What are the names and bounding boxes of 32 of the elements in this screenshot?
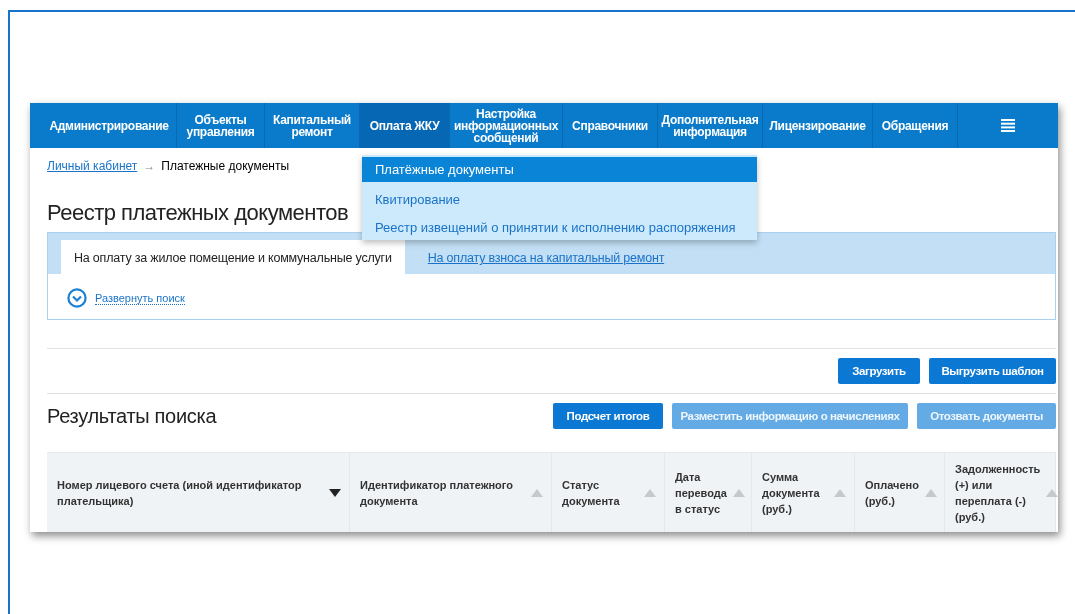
nav-menu-item[interactable]: Обращения: [873, 103, 958, 148]
nav-menu-item[interactable]: Лицензирование: [763, 103, 873, 148]
dropdown-menu-item[interactable]: Реестр извещений о принятии к исполнению распоряжения: [362, 217, 757, 240]
breadcrumb-link[interactable]: Личный кабинет: [47, 159, 138, 173]
nav-menu-item[interactable]: Дополнительная информация: [658, 103, 763, 148]
column-header: Оплачено (руб.): [865, 478, 919, 509]
nav-menu-item[interactable]: Администрирование: [30, 103, 177, 148]
column-header: Идентификатор платежного документа: [360, 478, 514, 509]
menu-icon[interactable]: [1001, 119, 1015, 132]
action-button[interactable]: Выгрузить шаблон: [929, 358, 1056, 384]
column-header: Задолженность (+) или переплата (-) (руб.): [955, 462, 1041, 525]
expand-search-link[interactable]: Развернуть поиск: [95, 291, 185, 305]
section-title: Результаты поиска: [47, 404, 218, 428]
nav-menu-item[interactable]: Объекты управления: [177, 103, 265, 148]
dropdown-menu-item[interactable]: Квитирование: [362, 187, 757, 212]
breadcrumb-separator: →: [143, 159, 156, 173]
expand-chevron-icon[interactable]: [67, 288, 87, 308]
column-header: Сумма документа (руб.): [762, 470, 821, 517]
tab[interactable]: На оплату за жилое помещение и коммунальные услуги: [61, 240, 405, 274]
page-title: Реестр платежных документов: [47, 199, 349, 227]
nav-menu-item[interactable]: Настройка информационных сообщений: [450, 103, 563, 148]
breadcrumb-current: Платежные документы: [161, 159, 290, 173]
column-header: Дата перевода в статус: [675, 470, 727, 517]
column-header: Статус документа: [562, 478, 621, 509]
action-button[interactable]: Подсчет итогов: [553, 403, 663, 429]
tab[interactable]: На оплату взноса на капитальный ремонт: [414, 240, 678, 274]
column-header: Номер лицевого счета (иной идентификатор плательщика): [57, 478, 303, 509]
nav-menu-item[interactable]: Оплата ЖКУ: [360, 103, 450, 148]
nav-menu-item[interactable]: Справочники: [563, 103, 658, 148]
dropdown-menu-item[interactable]: Платёжные документы: [362, 157, 757, 182]
action-button[interactable]: Загрузить: [838, 358, 920, 384]
sort-icon[interactable]: [329, 489, 341, 497]
